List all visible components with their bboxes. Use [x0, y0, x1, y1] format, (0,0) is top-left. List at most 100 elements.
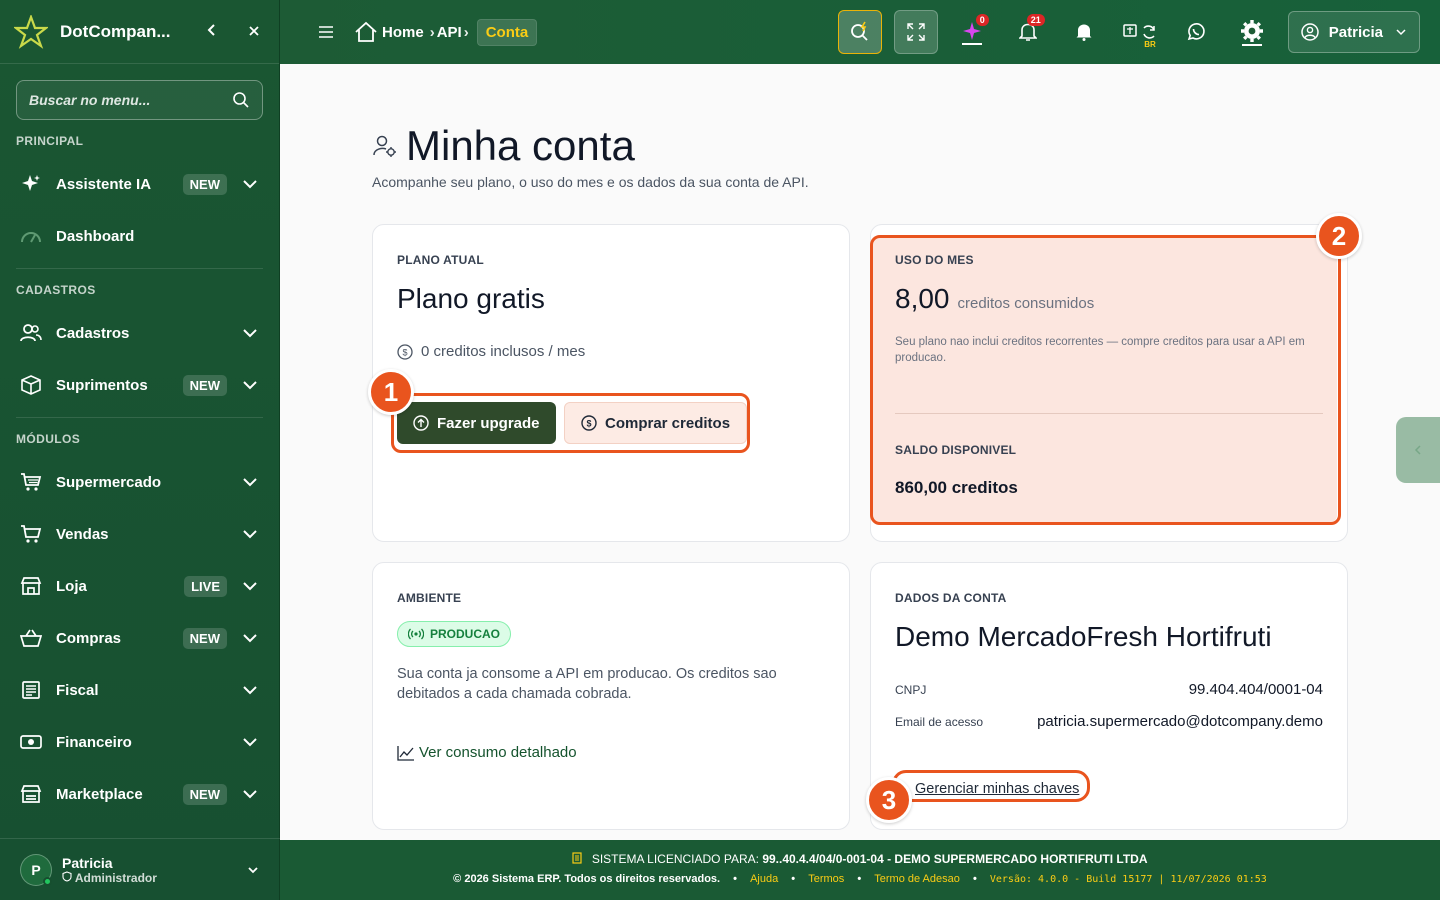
email-row: Email de acesso patricia.supermercado@do… [895, 713, 1323, 730]
divider [16, 268, 263, 269]
consumption-link[interactable]: Ver consumo detalhado [397, 744, 577, 761]
fullscreen-button[interactable] [893, 10, 938, 54]
breadcrumb-api[interactable]: API [437, 24, 462, 41]
environment-pill: PRODUCAO [397, 621, 512, 647]
environment-text: Sua conta ja consome a API em producao. … [397, 666, 777, 702]
help-link[interactable]: Ajuda [750, 873, 778, 885]
sidebar-item-loja[interactable]: Loja LIVE [0, 560, 279, 612]
breadcrumb: Home › API › Conta [354, 18, 538, 46]
upgrade-button[interactable]: Fazer upgrade [397, 402, 556, 444]
side-drawer-tab[interactable] [1396, 417, 1440, 483]
user-menu-button[interactable]: Patricia [1287, 11, 1420, 53]
ai-assistant-button[interactable]: 0 [950, 10, 994, 54]
sidebar-item-label: Dashboard [56, 227, 135, 245]
separator-dot: • [791, 873, 796, 885]
chevron-down-icon [243, 738, 257, 747]
section-cadastros: CADASTROS [16, 283, 96, 297]
breadcrumb-separator: › [429, 23, 435, 41]
divider [895, 413, 1323, 414]
document-icon [572, 852, 583, 864]
chevron-left-icon [1414, 445, 1421, 455]
sidebar-item-label: Supermercado [56, 473, 162, 491]
sidebar-item-label: Fiscal [56, 681, 99, 699]
trend-chart-icon [397, 745, 414, 761]
terms-link[interactable]: Termos [808, 873, 844, 885]
sidebar-item-vendas[interactable]: Vendas [0, 508, 279, 560]
chevron-down-icon [243, 790, 257, 799]
basket-icon [20, 627, 42, 649]
bell-icon [1076, 24, 1092, 41]
search-bolt-icon [850, 21, 868, 41]
buy-credits-button[interactable]: $ Comprar creditos [564, 402, 748, 444]
language-button[interactable]: BR [1118, 10, 1162, 54]
top-header: Home › API › Conta 0 21 BR Patricia [280, 0, 1440, 64]
coin-icon: $ [397, 343, 413, 360]
separator-dot: • [857, 873, 862, 885]
environment-card-label: AMBIENTE [397, 591, 462, 605]
annotation-badge-2: 2 [1316, 213, 1362, 259]
settings-button[interactable] [1230, 10, 1274, 54]
license-value: 99..40.4.4/04/0-001-04 - DEMO SUPERMERCA… [762, 852, 1148, 866]
sidebar-item-label: Financeiro [56, 733, 132, 751]
breadcrumb-home[interactable]: Home [382, 24, 424, 41]
sidebar-item-label: Cadastros [56, 324, 130, 342]
version-text: Versão: 4.0.0 - Build 15177 | 11/07/2026… [989, 874, 1267, 885]
alerts-button[interactable] [1062, 10, 1106, 54]
live-badge: LIVE [184, 575, 227, 597]
shopping-cart-icon [20, 523, 42, 545]
cnpj-row: CNPJ 99.404.404/0001-04 [895, 681, 1323, 698]
notifications-badge: 21 [1026, 14, 1045, 26]
new-badge: NEW [182, 374, 227, 396]
sidebar-item-dashboard[interactable]: Dashboard [0, 210, 279, 262]
sidebar-item-cadastros[interactable]: Cadastros [0, 307, 279, 359]
sidebar-item-financeiro[interactable]: Financeiro [0, 716, 279, 768]
usage-value: 8,00 [895, 283, 950, 314]
sidebar-item-marketplace[interactable]: Marketplace NEW [0, 768, 279, 820]
sidebar-item-label: Suprimentos [56, 376, 148, 394]
section-principal: PRINCIPAL [16, 134, 84, 148]
balance-value: 860,00 creditos [895, 478, 1018, 497]
new-badge: NEW [182, 627, 227, 649]
manage-keys-link[interactable]: Gerenciar minhas chaves [915, 781, 1079, 797]
brand-logo-icon [14, 14, 48, 49]
usage-unit: creditos consumidos [957, 295, 1095, 312]
user-circle-icon [1301, 23, 1319, 41]
sidebar-item-suprimentos[interactable]: Suprimentos NEW [0, 359, 279, 411]
chevron-down-icon [1396, 29, 1406, 36]
sidebar-user[interactable]: P Patricia Administrador [0, 838, 280, 900]
email-value: patricia.supermercado@dotcompany.demo [1037, 713, 1323, 730]
close-icon[interactable] [243, 21, 265, 42]
collapse-sidebar-icon[interactable] [201, 21, 223, 42]
sidebar-item-fiscal[interactable]: Fiscal [0, 664, 279, 716]
sidebar-item-compras[interactable]: Compras NEW [0, 612, 279, 664]
chevron-down-icon [243, 329, 257, 338]
sidebar-item-assistente[interactable]: Assistente IA NEW [0, 158, 279, 210]
page-subtitle: Acompanhe seu plano, o uso do mes e os d… [372, 174, 809, 190]
usage-card-label: USO DO MES [895, 253, 974, 267]
plan-name: Plano gratis [397, 283, 545, 314]
menu-icon[interactable] [318, 25, 334, 39]
sidebar-item-supermercado[interactable]: Supermercado [0, 456, 279, 508]
notifications-button[interactable]: 21 [1006, 10, 1050, 54]
chevron-down-icon [248, 866, 258, 873]
sidebar-item-label: Vendas [56, 525, 109, 543]
user-menu-label: Patricia [1328, 23, 1383, 41]
expand-icon [907, 23, 925, 41]
chevron-down-icon [243, 478, 257, 487]
sidebar: DotCompan... PRINCIPAL Assistente IA NEW… [0, 0, 280, 900]
sparkle-icon [20, 173, 42, 195]
sidebar-search-input[interactable] [29, 92, 232, 108]
whatsapp-button[interactable] [1174, 10, 1218, 54]
home-icon[interactable] [354, 21, 378, 43]
shield-icon [62, 870, 72, 882]
account-card-label: DADOS DA CONTA [895, 591, 1007, 605]
copyright: © 2026 Sistema ERP. Todos os direitos re… [453, 873, 721, 885]
adhesion-link[interactable]: Termo de Adesao [874, 873, 960, 885]
user-role: Administrador [74, 870, 157, 885]
environment-pill-label: PRODUCAO [430, 627, 501, 641]
cart-icon [20, 471, 42, 493]
chevron-down-icon [243, 686, 257, 695]
ai-search-button[interactable] [837, 10, 882, 54]
chevron-down-icon [243, 582, 257, 591]
whatsapp-icon [1187, 23, 1205, 41]
